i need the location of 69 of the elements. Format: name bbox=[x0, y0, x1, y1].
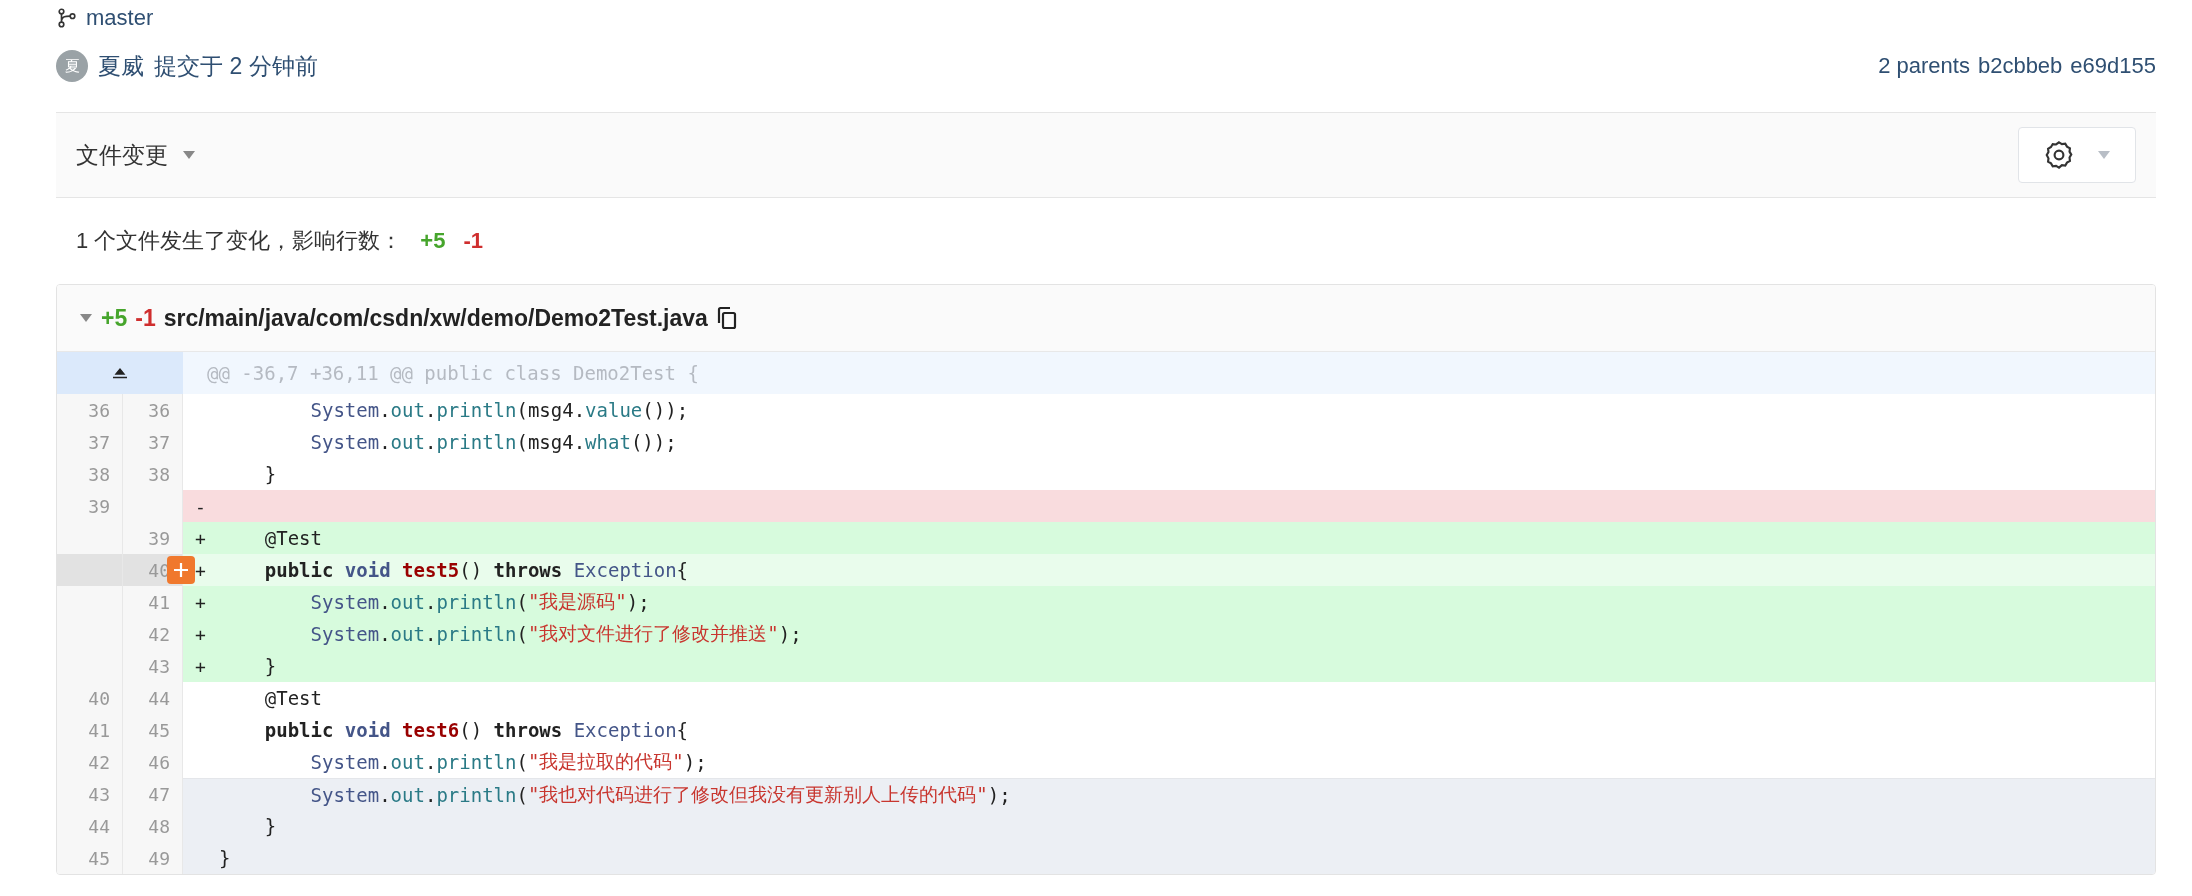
code-line: @Test bbox=[263, 526, 322, 551]
line-number: 41 bbox=[123, 586, 183, 618]
code-line: System.out.println("我是源码"); bbox=[309, 589, 650, 615]
line-number: 47 bbox=[123, 778, 183, 810]
commit-author[interactable]: 夏威 bbox=[98, 50, 144, 82]
settings-icon bbox=[2043, 139, 2075, 171]
code-line: } bbox=[263, 462, 277, 487]
code-line: public void test6() throws Exception{ bbox=[263, 718, 689, 743]
commit-time: 提交于 2 分钟前 bbox=[154, 51, 318, 81]
line-number: 48 bbox=[123, 810, 183, 842]
line-number: 37 bbox=[123, 426, 183, 458]
line-number: 44 bbox=[123, 682, 183, 714]
line-number: 38 bbox=[123, 458, 183, 490]
line-number: 39 bbox=[123, 522, 183, 554]
line-number: 43 bbox=[123, 650, 183, 682]
code-line: System.out.println(msg4.value()); bbox=[309, 398, 689, 423]
summary-text: 1 个文件发生了变化，影响行数： bbox=[76, 227, 403, 255]
plus-icon bbox=[172, 561, 190, 579]
diff-sign: - bbox=[195, 495, 206, 517]
line-number: 39 bbox=[57, 490, 123, 522]
code-line: } bbox=[263, 814, 277, 839]
line-number: 36 bbox=[123, 394, 183, 426]
line-number: 40 bbox=[57, 682, 123, 714]
diff-sign: + bbox=[195, 655, 206, 677]
removed-count: -1 bbox=[463, 228, 483, 254]
caret-icon bbox=[182, 150, 196, 160]
expand-up-icon bbox=[112, 367, 128, 379]
added-count: +5 bbox=[101, 304, 128, 332]
parent-hash-link[interactable]: b2cbbeb bbox=[1977, 53, 2063, 79]
file-path: src/main/java/com/csdn/xw/demo/Demo2Test.java bbox=[163, 304, 708, 332]
diff-sign: + bbox=[195, 559, 206, 581]
code-line: } bbox=[219, 846, 231, 871]
code-line: System.out.println("我是拉取的代码"); bbox=[309, 749, 707, 775]
collapse-toggle[interactable] bbox=[79, 313, 93, 323]
code-line: System.out.println("我对文件进行了修改并推送"); bbox=[309, 621, 802, 647]
removed-count: -1 bbox=[135, 304, 156, 332]
line-number: 49 bbox=[123, 842, 183, 874]
caret-icon bbox=[79, 313, 93, 323]
branch-icon bbox=[56, 7, 78, 29]
copy-icon[interactable] bbox=[715, 306, 738, 330]
hunk-header: @@ -36,7 +36,11 @@ public class Demo2Test { bbox=[183, 352, 2155, 394]
code-line: public void test5() throws Exception{ bbox=[263, 558, 689, 583]
line-number: 45 bbox=[123, 714, 183, 746]
line-number: 38 bbox=[57, 458, 123, 490]
parent-hash-link[interactable]: e69d155 bbox=[2070, 53, 2156, 79]
line-number: 45 bbox=[57, 842, 123, 874]
code-line: System.out.println(msg4.what()); bbox=[309, 430, 677, 455]
settings-button[interactable] bbox=[2018, 127, 2136, 183]
branch-name[interactable]: master bbox=[86, 5, 154, 31]
code-line: @Test bbox=[263, 686, 322, 711]
avatar: 夏 bbox=[56, 50, 88, 82]
line-number: 44 bbox=[57, 810, 123, 842]
file-changes-dropdown[interactable]: 文件变更 bbox=[76, 139, 196, 171]
added-count: +5 bbox=[420, 228, 446, 254]
line-number: 37 bbox=[57, 426, 123, 458]
parents-label: 2 parents bbox=[1878, 53, 1970, 79]
line-number: 41 bbox=[57, 714, 123, 746]
line-number: 43 bbox=[57, 778, 123, 810]
diff-sign: + bbox=[195, 591, 206, 613]
diff-sign: + bbox=[195, 623, 206, 645]
code-line: } bbox=[263, 654, 277, 679]
line-number: 42 bbox=[57, 746, 123, 778]
line-number: 36 bbox=[57, 394, 123, 426]
line-number: 46 bbox=[123, 746, 183, 778]
code-line: System.out.println("我也对代码进行了修改但我没有更新别人上传的代码"); bbox=[309, 781, 1011, 808]
line-number: 42 bbox=[123, 618, 183, 650]
diff-sign: + bbox=[195, 527, 206, 549]
add-comment-button[interactable] bbox=[167, 556, 195, 584]
caret-icon bbox=[2097, 150, 2111, 160]
